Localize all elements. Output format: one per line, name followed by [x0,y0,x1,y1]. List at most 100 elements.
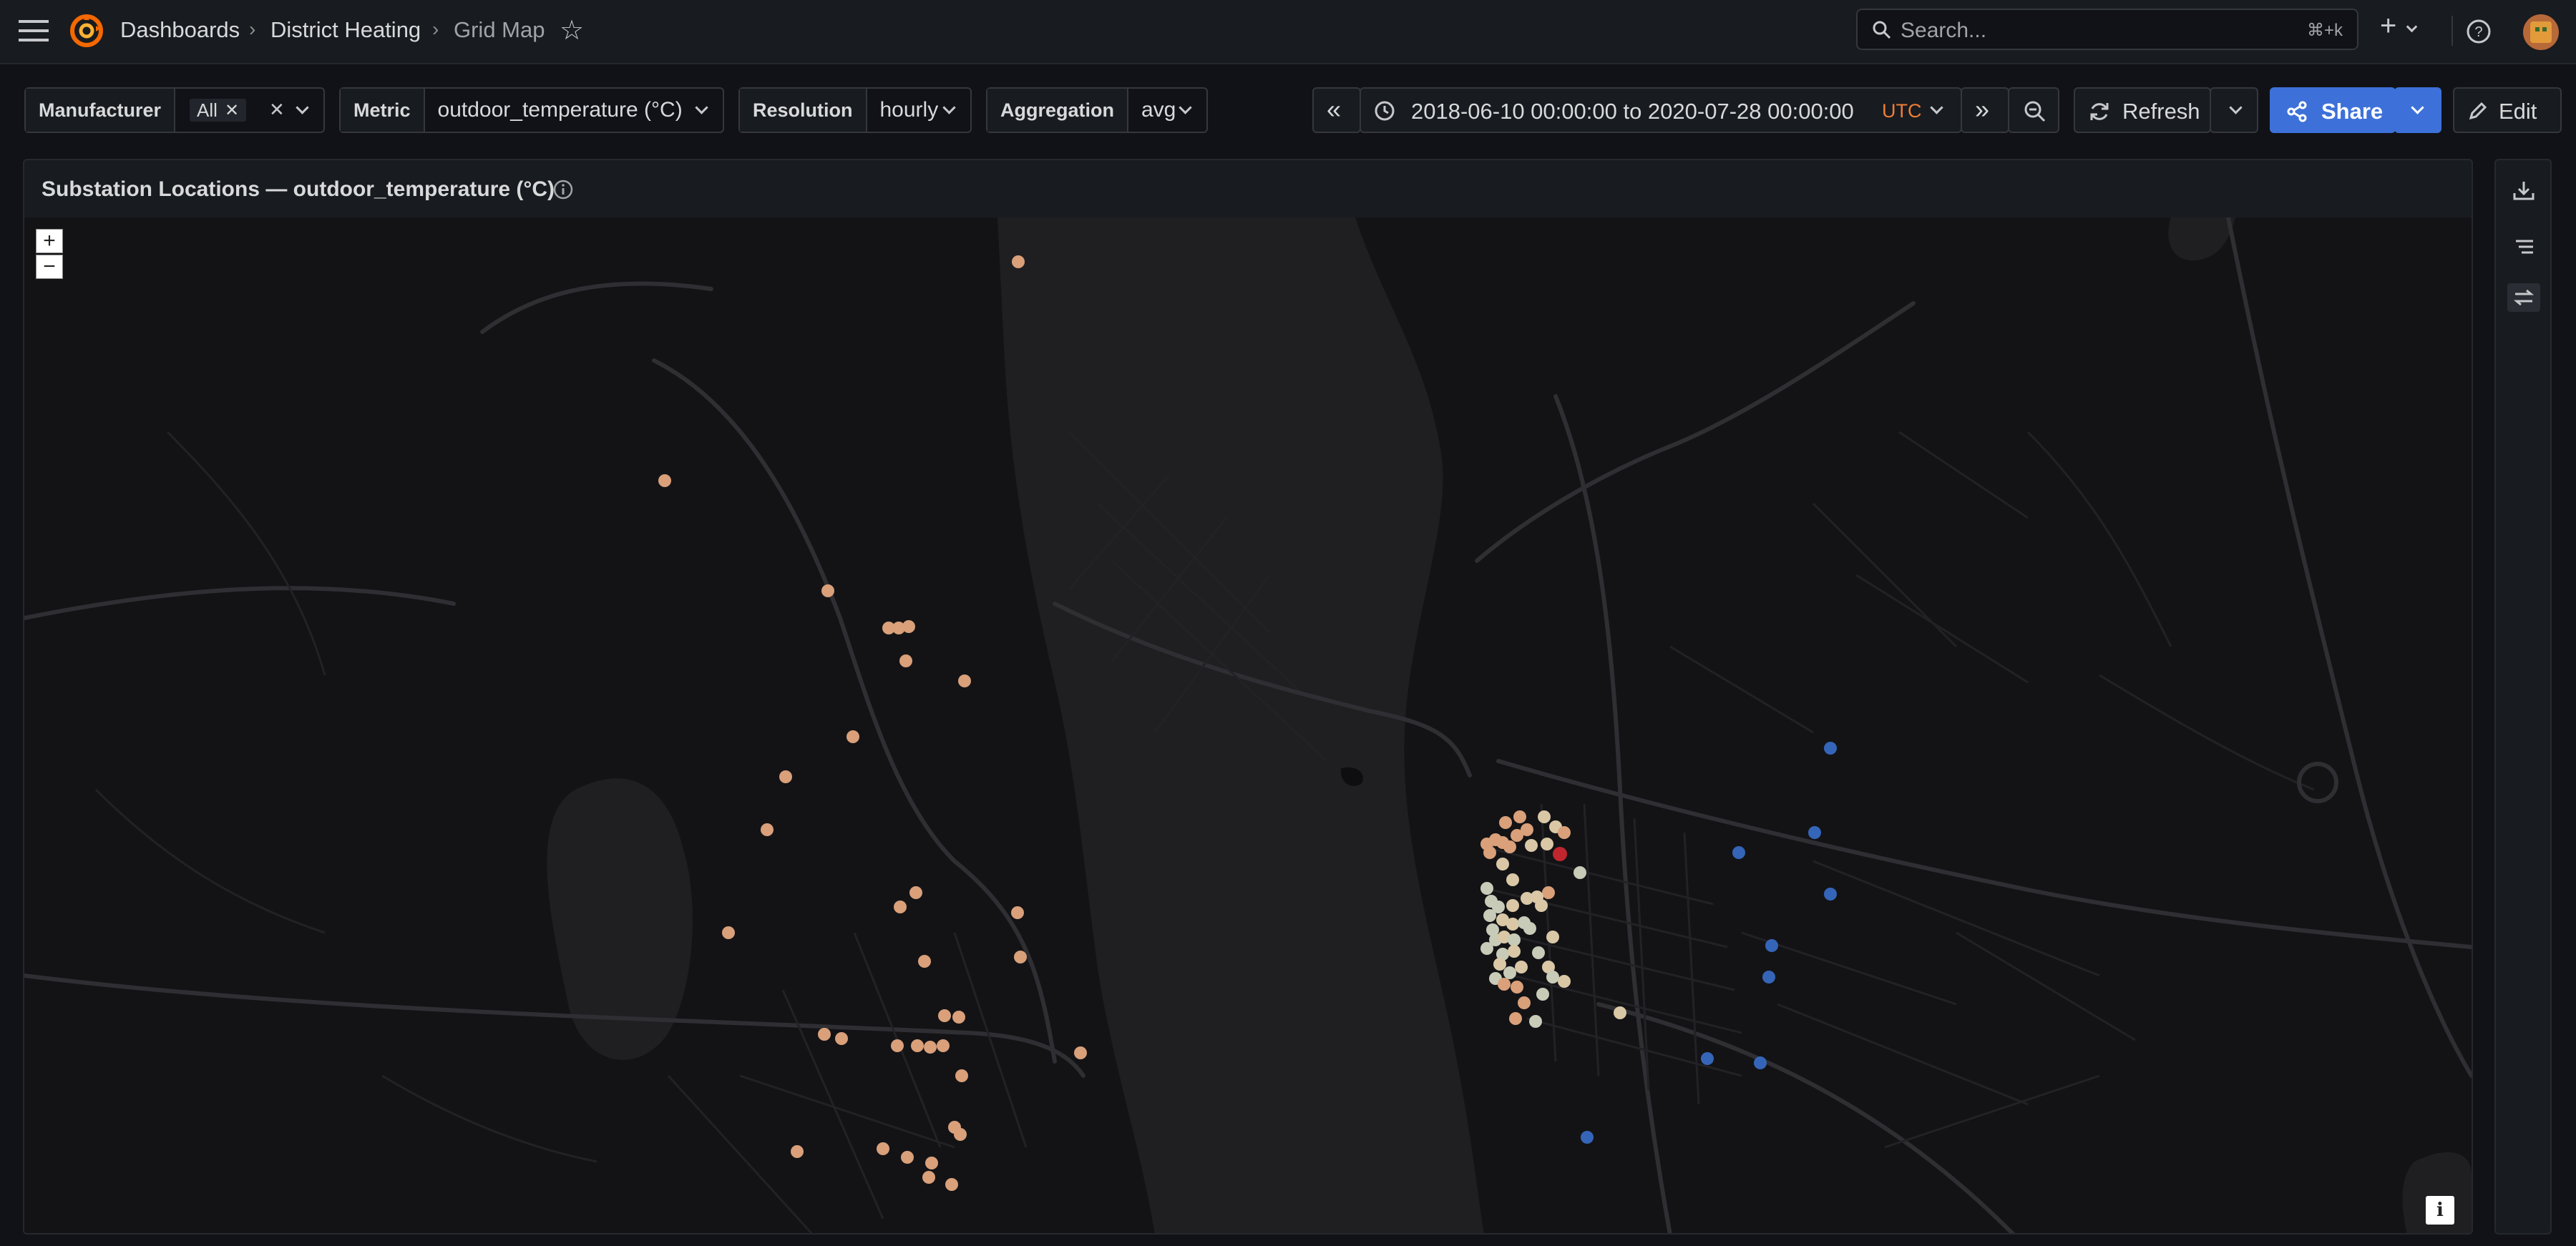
substation-marker [1498,978,1511,991]
share-button[interactable]: Share [2270,87,2396,133]
substation-marker-cold [1824,742,1837,755]
refresh-icon [2090,103,2109,120]
markers-center[interactable] [1480,810,1626,1028]
pencil-icon [2469,102,2487,120]
refresh-button[interactable]: Refresh [2074,87,2211,133]
time-shift-back-button[interactable]: « [1312,87,1361,133]
substation-marker [1011,906,1024,919]
substation-marker [1509,1012,1522,1025]
substation-marker [1493,958,1506,971]
download-icon[interactable] [2512,179,2536,203]
chevron-down-icon[interactable] [296,101,309,114]
substation-marker [1480,942,1493,955]
manufacturer-chip[interactable]: All ✕ [190,99,247,122]
substation-marker [1535,899,1548,912]
substation-marker [658,474,671,487]
top-bar: Dashboards › District Heating › Grid Map… [0,0,2576,64]
panel-title: Substation Locations — outdoor_temperatu… [42,177,555,201]
breadcrumb-separator: › [249,18,256,40]
substation-marker [918,955,931,968]
search-input[interactable]: Search... ⌘+k [1856,9,2358,50]
chevron-down-icon[interactable] [1179,101,1192,114]
manufacturer-variable[interactable]: Manufacturer All ✕ ✕ [24,87,325,133]
substation-marker [1513,810,1526,823]
transform-button[interactable] [2507,283,2540,312]
substation-marker [818,1028,831,1041]
edit-button[interactable]: Edit [2453,87,2562,133]
share-icon [2287,101,2307,122]
substation-marker [1536,988,1549,1001]
chip-remove-icon[interactable]: ✕ [225,100,239,121]
substation-marker [1483,909,1496,922]
aggregation-variable[interactable]: Aggregation avg [986,87,1208,133]
substation-marker-cold [1732,846,1745,859]
attribution-button[interactable]: i [2426,1196,2454,1225]
time-shift-forward-button[interactable]: » [1961,87,2009,133]
substation-marker [945,1178,958,1191]
zoom-out-icon [2024,101,2046,122]
substation-marker [1506,918,1519,931]
help-icon[interactable]: ? [2466,19,2492,44]
substation-marker [1503,966,1516,979]
substation-marker [954,1128,967,1141]
chevron-down-icon[interactable] [695,101,708,114]
breadcrumb-folder[interactable]: District Heating [270,17,421,43]
substation-marker [891,1039,904,1052]
manufacturer-chip-label: All [197,99,218,121]
star-icon[interactable]: ☆ [560,14,584,46]
substation-marker [922,1171,935,1184]
chevron-down-icon[interactable] [942,101,956,114]
timezone-badge: UTC [1882,100,1922,122]
substation-marker [1508,945,1521,958]
share-dropdown[interactable] [2394,87,2441,133]
substation-marker [1511,981,1523,994]
right-toolbar [2494,159,2552,1235]
refresh-interval-dropdown[interactable] [2210,87,2258,133]
menu-icon[interactable] [19,20,49,41]
substation-marker [911,1039,924,1052]
refresh-label: Refresh [2122,99,2200,124]
substation-marker-cold [1808,826,1821,839]
substation-marker [1523,922,1536,935]
clear-icon[interactable]: ✕ [269,99,285,121]
substation-marker [1511,829,1523,842]
avatar[interactable] [2523,14,2559,50]
zoom-out-button[interactable]: − [36,255,63,279]
substation-markers [658,255,1837,1191]
zoom-out-time-button[interactable] [2008,87,2059,133]
info-icon[interactable] [552,179,574,200]
chevron-down-icon[interactable] [2406,21,2418,33]
substation-marker [847,730,859,743]
substation-marker [958,674,971,687]
substation-marker-cold [1754,1056,1767,1069]
metric-variable[interactable]: Metric outdoor_temperature (°C) [339,87,724,133]
substation-marker [779,770,792,783]
chevron-down-icon [2411,101,2424,114]
substation-marker [1014,951,1027,963]
substation-marker [1515,961,1528,973]
substation-marker [1614,1006,1626,1019]
substation-marker [1574,866,1586,879]
substation-marker [1074,1046,1087,1059]
resolution-label: Resolution [740,89,867,132]
substation-marker-hot [1553,847,1567,861]
map-canvas[interactable]: + − i [24,217,2472,1233]
share-label: Share [2321,99,2384,124]
resolution-variable[interactable]: Resolution hourly [738,87,972,133]
list-icon[interactable] [2512,235,2536,259]
add-icon[interactable]: + [2380,10,2396,42]
substation-marker [937,1039,950,1052]
breadcrumb-dashboards[interactable]: Dashboards [120,17,240,43]
markers-west[interactable] [658,255,1087,1191]
time-range-picker[interactable]: 2018-06-10 00:00:00 to 2020-07-28 00:00:… [1360,87,1962,133]
breadcrumb-current: Grid Map [454,17,545,42]
substation-marker [1506,873,1519,886]
markers-east[interactable] [1581,742,1837,1144]
substation-marker [1480,882,1493,895]
search-shortcut: ⌘+k [2306,21,2343,40]
substation-marker [1503,840,1516,853]
grafana-logo-icon[interactable] [69,13,104,49]
zoom-in-button[interactable]: + [36,229,63,253]
substation-marker-cold [1762,971,1775,983]
substation-marker [1508,933,1521,946]
